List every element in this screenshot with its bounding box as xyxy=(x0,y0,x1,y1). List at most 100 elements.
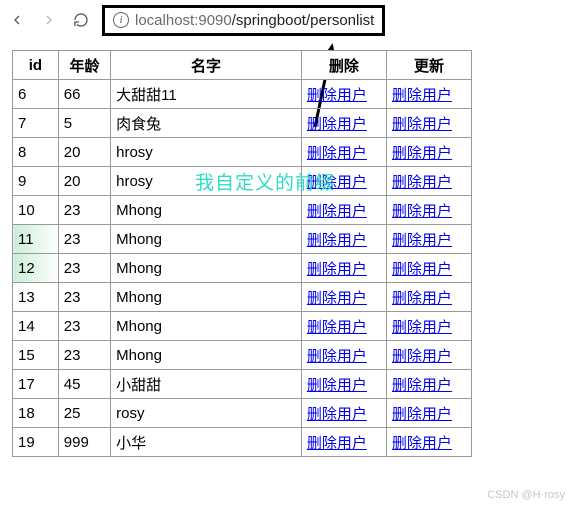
site-info-icon[interactable]: i xyxy=(113,12,129,28)
table-row: 1023Mhong删除用户删除用户 xyxy=(13,196,472,225)
update-link[interactable]: 删除用户 xyxy=(392,319,452,336)
cell-update: 删除用户 xyxy=(386,370,471,399)
cell-delete: 删除用户 xyxy=(301,399,386,428)
table-row: 1123Mhong删除用户删除用户 xyxy=(13,225,472,254)
cell-age: 23 xyxy=(58,312,110,341)
delete-link[interactable]: 删除用户 xyxy=(307,377,367,394)
header-delete: 删除 xyxy=(301,51,386,80)
cell-id: 14 xyxy=(13,312,59,341)
cell-delete: 删除用户 xyxy=(301,283,386,312)
cell-name: rosy xyxy=(111,399,302,428)
cell-id: 19 xyxy=(13,428,59,457)
cell-age: 23 xyxy=(58,225,110,254)
delete-link[interactable]: 删除用户 xyxy=(307,348,367,365)
delete-link[interactable]: 删除用户 xyxy=(307,232,367,249)
update-link[interactable]: 删除用户 xyxy=(392,87,452,104)
cell-id: 7 xyxy=(13,109,59,138)
cell-update: 删除用户 xyxy=(386,225,471,254)
cell-age: 25 xyxy=(58,399,110,428)
forward-button[interactable] xyxy=(38,9,60,31)
cell-name: Mhong xyxy=(111,254,302,283)
cell-update: 删除用户 xyxy=(386,312,471,341)
table-row: 19999小华删除用户删除用户 xyxy=(13,428,472,457)
url-port: :9090 xyxy=(194,12,232,29)
update-link[interactable]: 删除用户 xyxy=(392,377,452,394)
header-name: 名字 xyxy=(111,51,302,80)
table-row: 1223Mhong删除用户删除用户 xyxy=(13,254,472,283)
cell-age: 5 xyxy=(58,109,110,138)
table-row: 75肉食兔删除用户删除用户 xyxy=(13,109,472,138)
table-row: 1523Mhong删除用户删除用户 xyxy=(13,341,472,370)
update-link[interactable]: 删除用户 xyxy=(392,203,452,220)
delete-link[interactable]: 删除用户 xyxy=(307,435,367,452)
cell-update: 删除用户 xyxy=(386,109,471,138)
update-link[interactable]: 删除用户 xyxy=(392,406,452,423)
cell-delete: 删除用户 xyxy=(301,167,386,196)
cell-age: 23 xyxy=(58,254,110,283)
cell-update: 删除用户 xyxy=(386,80,471,109)
cell-age: 23 xyxy=(58,283,110,312)
table-row: 1323Mhong删除用户删除用户 xyxy=(13,283,472,312)
cell-delete: 删除用户 xyxy=(301,109,386,138)
table-row: 1423Mhong 删除用户 删除用户 xyxy=(13,312,472,341)
update-link[interactable]: 删除用户 xyxy=(392,435,452,452)
update-link[interactable]: 删除用户 xyxy=(392,116,452,133)
delete-link[interactable]: 删除用户 xyxy=(307,87,367,104)
cell-update: 删除用户 xyxy=(386,399,471,428)
browser-toolbar: i localhost:9090/springboot/personlist xyxy=(0,0,571,40)
cell-delete: 删除用户 xyxy=(301,370,386,399)
address-bar[interactable]: i localhost:9090/springboot/personlist xyxy=(102,5,385,36)
cell-name: hrosy xyxy=(111,167,302,196)
page-content: id 年龄 名字 删除 更新 666大甜甜11删除用户删除用户75肉食兔删除用户… xyxy=(0,40,571,457)
header-update: 更新 xyxy=(386,51,471,80)
update-link[interactable]: 删除用户 xyxy=(392,174,452,191)
update-link[interactable]: 删除用户 xyxy=(392,348,452,365)
cell-age: 20 xyxy=(58,138,110,167)
delete-link[interactable]: 删除用户 xyxy=(307,203,367,220)
delete-link[interactable]: 删除用户 xyxy=(307,319,367,336)
cell-id: 17 xyxy=(13,370,59,399)
cell-id: 9 xyxy=(13,167,59,196)
cell-age: 45 xyxy=(58,370,110,399)
cell-name: 小华 xyxy=(111,428,302,457)
reload-button[interactable] xyxy=(70,9,92,31)
back-button[interactable] xyxy=(6,9,28,31)
delete-link[interactable]: 删除用户 xyxy=(307,290,367,307)
url-host: localhost xyxy=(135,12,194,29)
cell-name: Mhong xyxy=(111,341,302,370)
cell-id: 6 xyxy=(13,80,59,109)
cell-delete: 删除用户 xyxy=(301,80,386,109)
delete-link[interactable]: 删除用户 xyxy=(307,406,367,423)
table-row: 820hrosy 删除用户 删除用户 xyxy=(13,138,472,167)
cell-delete: 删除用户 xyxy=(301,138,386,167)
delete-link[interactable]: 删除用户 xyxy=(307,174,367,191)
cell-age: 66 xyxy=(58,80,110,109)
cell-update: 删除用户 xyxy=(386,138,471,167)
cell-delete: 删除用户 xyxy=(301,196,386,225)
table-row: 1825rosy删除用户删除用户 xyxy=(13,399,472,428)
cell-id: 10 xyxy=(13,196,59,225)
cell-name: 小甜甜 xyxy=(111,370,302,399)
cell-id: 8 xyxy=(13,138,59,167)
delete-link[interactable]: 删除用户 xyxy=(307,145,367,162)
update-link[interactable]: 删除用户 xyxy=(392,232,452,249)
delete-link[interactable]: 删除用户 xyxy=(307,261,367,278)
cell-name: Mhong xyxy=(111,196,302,225)
delete-link[interactable]: 删除用户 xyxy=(307,116,367,133)
table-row: 920hrosy 删除用户 删除用户 xyxy=(13,167,472,196)
update-link[interactable]: 删除用户 xyxy=(392,261,452,278)
cell-name: Mhong xyxy=(111,312,302,341)
cell-name: Mhong xyxy=(111,225,302,254)
update-link[interactable]: 删除用户 xyxy=(392,145,452,162)
cell-update: 删除用户 xyxy=(386,428,471,457)
cell-id: 15 xyxy=(13,341,59,370)
cell-name: hrosy xyxy=(111,138,302,167)
cell-delete: 删除用户 xyxy=(301,312,386,341)
cell-age: 20 xyxy=(58,167,110,196)
cell-update: 删除用户 xyxy=(386,283,471,312)
url-path: /springboot/personlist xyxy=(232,12,375,29)
header-age: 年龄 xyxy=(58,51,110,80)
cell-delete: 删除用户 xyxy=(301,225,386,254)
update-link[interactable]: 删除用户 xyxy=(392,290,452,307)
cell-update: 删除用户 xyxy=(386,254,471,283)
